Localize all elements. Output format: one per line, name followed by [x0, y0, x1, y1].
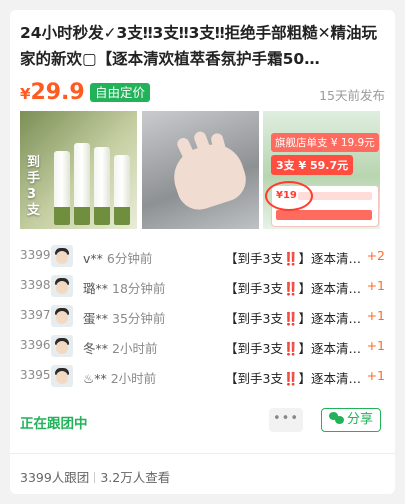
view-count: 3.2万人查看 [100, 470, 171, 485]
posted-time: 15天前发布 [319, 88, 385, 103]
order-rank: 3397 [20, 308, 51, 322]
order-user: 冬** 2小时前 [83, 338, 157, 357]
product-images: 到手3支 旗舰店单支 ¥ 19.9元 3支 ¥ 59.7元 ¥19 [20, 111, 386, 229]
order-qty: +1 [366, 278, 385, 293]
user-name: 蛋** [83, 311, 109, 326]
order-qty: +1 [366, 338, 385, 353]
wechat-icon [328, 412, 344, 424]
free-pricing-tag: 自由定价 [90, 83, 151, 102]
avatar [51, 275, 73, 297]
user-name: 璐** [83, 281, 109, 296]
order-time: 2小时前 [110, 371, 157, 386]
share-label: 分享 [346, 412, 373, 427]
group-buy-card[interactable]: 24小时秒发✓3支‼3支‼3支‼︎拒绝手部粗糙✕精油玩家的新欢▢【逐本清欢植萃香… [10, 10, 395, 494]
order-row[interactable]: 3398 璐** 18分钟前 【到手3支‼️】逐本清欢植萃香氛护手霜 +1 [20, 271, 385, 301]
product-photo-promo[interactable]: 旗舰店单支 ¥ 19.9元 3支 ¥ 59.7元 ¥19 [263, 111, 380, 229]
order-time: 6分钟前 [106, 251, 153, 266]
share-button[interactable]: 分享 [321, 408, 381, 432]
avatar [51, 305, 73, 327]
price-row: ¥29.9 自由定价 15天前发布 [20, 80, 385, 106]
order-rank: 3398 [20, 278, 51, 292]
tube-1 [54, 151, 70, 225]
product-photo-hands[interactable] [142, 111, 259, 229]
order-user: ♨** 2小时前 [83, 368, 156, 387]
highlight-circle-icon [265, 181, 313, 211]
order-user: 璐** 18分钟前 [83, 278, 165, 297]
joined-count: 3399人跟团 [20, 470, 90, 485]
order-item: 【到手3支‼️】逐本清欢植萃香氛护手霜 [225, 311, 365, 326]
order-row[interactable]: 3396 冬** 2小时前 【到手3支‼️】逐本清欢植萃香氛护手霜 +1 [20, 331, 385, 361]
more-button[interactable]: ••• [269, 408, 303, 432]
user-name: 冬** [83, 341, 109, 356]
user-name: ♨** [83, 371, 107, 386]
order-time: 18分钟前 [112, 281, 166, 296]
user-name: v** [83, 251, 103, 266]
avatar [51, 245, 73, 267]
order-item: 【到手3支‼️】逐本清欢植萃香氛护手霜 [225, 341, 365, 356]
tube-2 [74, 143, 90, 225]
order-qty: +1 [366, 308, 385, 323]
triple-price-badge: 3支 ¥ 59.7元 [271, 155, 354, 175]
order-list: 3399 v** 6分钟前 【到手3支‼️】逐本清欢植萃香氛护手霜 +2 339… [20, 241, 385, 391]
order-time: 35分钟前 [112, 311, 166, 326]
tube-3 [94, 147, 110, 225]
divider [10, 453, 395, 454]
order-user: v** 6分钟前 [83, 248, 152, 267]
order-rank: 3395 [20, 368, 51, 382]
order-row[interactable]: 3395 ♨** 2小时前 【到手3支‼️】逐本清欢植萃香氛护手霜 +1 [20, 361, 385, 391]
order-item: 【到手3支‼️】逐本清欢植萃香氛护手霜 [225, 371, 365, 386]
order-time: 2小时前 [112, 341, 158, 356]
product-photo-tubes[interactable]: 到手3支 [20, 111, 137, 229]
stats-bar: 3399人跟团 3.2万人查看 [20, 467, 170, 486]
stats-separator [94, 472, 96, 483]
avatar [51, 365, 73, 387]
order-qty: +2 [366, 248, 385, 263]
following-status[interactable]: 正在跟团中 [20, 412, 88, 432]
tube-4 [114, 155, 130, 225]
order-row[interactable]: 3399 v** 6分钟前 【到手3支‼️】逐本清欢植萃香氛护手霜 +2 [20, 241, 385, 271]
price: ¥29.9 [20, 80, 85, 105]
order-item: 【到手3支‼️】逐本清欢植萃香氛护手霜 [225, 281, 365, 296]
avatar [51, 335, 73, 357]
order-item: 【到手3支‼️】逐本清欢植萃香氛护手霜 [225, 251, 365, 266]
order-user: 蛋** 35分钟前 [83, 308, 165, 327]
order-rank: 3396 [20, 338, 51, 352]
order-rank: 3399 [20, 248, 51, 262]
post-title[interactable]: 24小时秒发✓3支‼3支‼3支‼︎拒绝手部粗糙✕精油玩家的新欢▢【逐本清欢植萃香… [20, 20, 385, 72]
price-currency: ¥ [20, 85, 31, 103]
order-qty: +1 [366, 368, 385, 383]
order-row[interactable]: 3397 蛋** 35分钟前 【到手3支‼️】逐本清欢植萃香氛护手霜 +1 [20, 301, 385, 331]
single-price-badge: 旗舰店单支 ¥ 19.9元 [271, 133, 379, 152]
price-value: 29.9 [30, 80, 85, 105]
tubes-overlay-text: 到手3支 [27, 155, 41, 218]
